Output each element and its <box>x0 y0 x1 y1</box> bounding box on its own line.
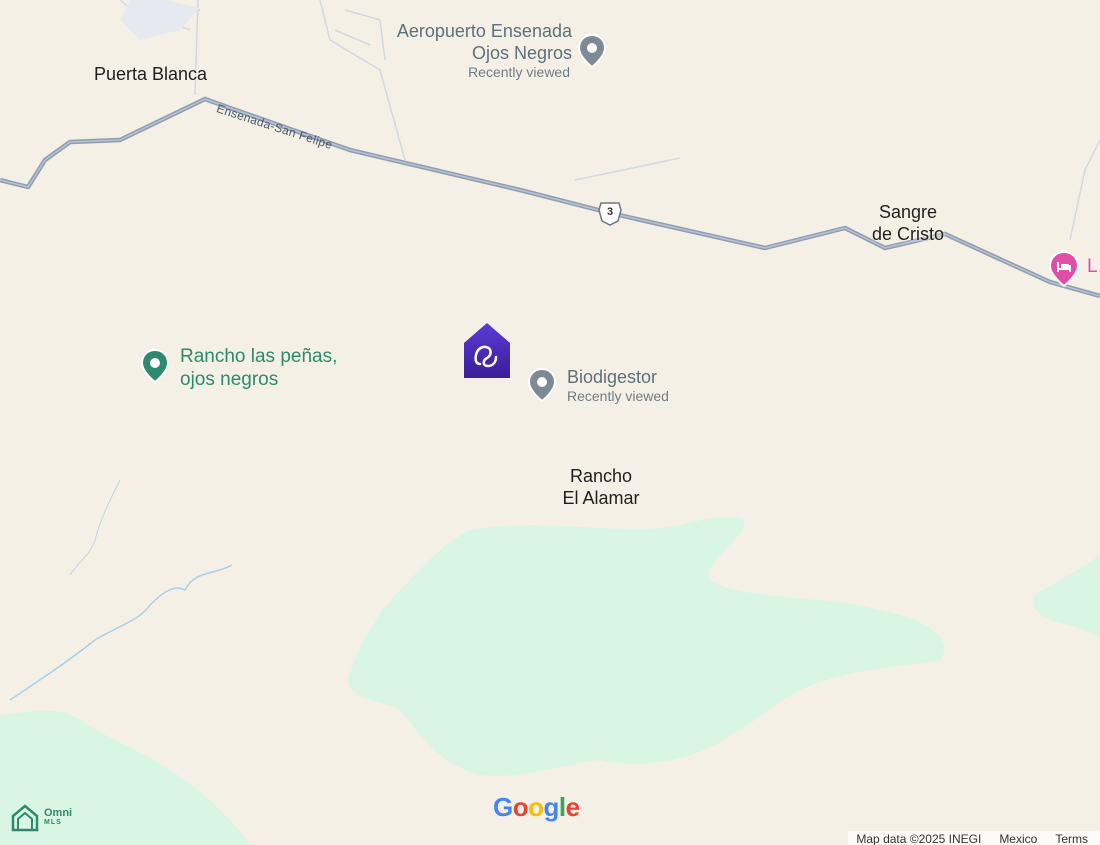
poi-title: ojos negros <box>180 369 279 390</box>
google-logo: Google <box>493 792 580 823</box>
google-letter: g <box>543 792 560 822</box>
green-place-pin-icon[interactable] <box>140 348 170 386</box>
place-label-puerta-blanca: Puerta Blanca <box>94 64 208 84</box>
river <box>9 564 233 701</box>
google-letter: o <box>528 792 544 822</box>
place-label-rancho-el-alamar: Rancho El Alamar <box>550 465 652 509</box>
highway-shield-number: 3 <box>606 206 614 218</box>
place-label-line: Rancho <box>569 466 633 486</box>
park-area-east <box>1033 555 1100 640</box>
poi-rancho-las-penas[interactable]: Rancho las peñas, ojos negros <box>180 345 337 391</box>
poi-title: Ojos Negros <box>471 43 572 63</box>
place-label-sangre-de-cristo: Sangre de Cristo <box>862 201 954 245</box>
house-listing-marker-icon[interactable] <box>462 322 512 380</box>
map-data-text: Map data ©2025 INEGI <box>856 832 982 845</box>
omni-house-icon <box>11 804 39 832</box>
region-link[interactable]: Mexico <box>999 831 1037 845</box>
creek <box>69 479 121 576</box>
omni-text: Omni MLS <box>44 808 72 828</box>
omni-mls-logo: Omni MLS <box>10 803 72 833</box>
place-label-line: El Alamar <box>562 488 640 508</box>
poi-airport[interactable]: Aeropuerto Ensenada Ojos Negros Recently… <box>380 20 572 81</box>
map-base-layer <box>0 0 1100 845</box>
poi-hotel-label[interactable]: L <box>1087 256 1098 278</box>
omni-bottom-text: MLS <box>44 819 62 826</box>
map-view[interactable]: 3 Ensenada-San Felipe Puerta Blanca Sang… <box>0 0 1100 845</box>
google-letter: e <box>565 792 580 822</box>
map-attribution: Map data ©2025 INEGI Mexico Terms <box>848 831 1100 845</box>
omni-top-text: Omni <box>44 807 73 819</box>
google-letter: o <box>512 792 529 822</box>
gray-place-pin-icon[interactable] <box>577 33 607 71</box>
town-area <box>120 0 200 40</box>
poi-title: Rancho las peñas, <box>180 346 338 367</box>
park-area-main <box>348 516 945 777</box>
place-label-line: Sangre <box>878 202 938 222</box>
google-letter: G <box>493 792 513 822</box>
gray-place-pin-icon[interactable] <box>527 367 557 405</box>
poi-subtitle: Recently viewed <box>567 388 669 404</box>
poi-title: Aeropuerto Ensenada <box>396 21 572 41</box>
poi-biodigestor[interactable]: Biodigestor Recently viewed <box>567 366 669 405</box>
place-label-line: de Cristo <box>871 224 945 244</box>
google-letter: l <box>558 792 566 822</box>
poi-subtitle: Recently viewed <box>468 64 570 80</box>
hotel-bed-icon[interactable] <box>1048 250 1080 290</box>
terms-link[interactable]: Terms <box>1055 831 1088 845</box>
poi-title: Biodigestor <box>567 367 658 387</box>
